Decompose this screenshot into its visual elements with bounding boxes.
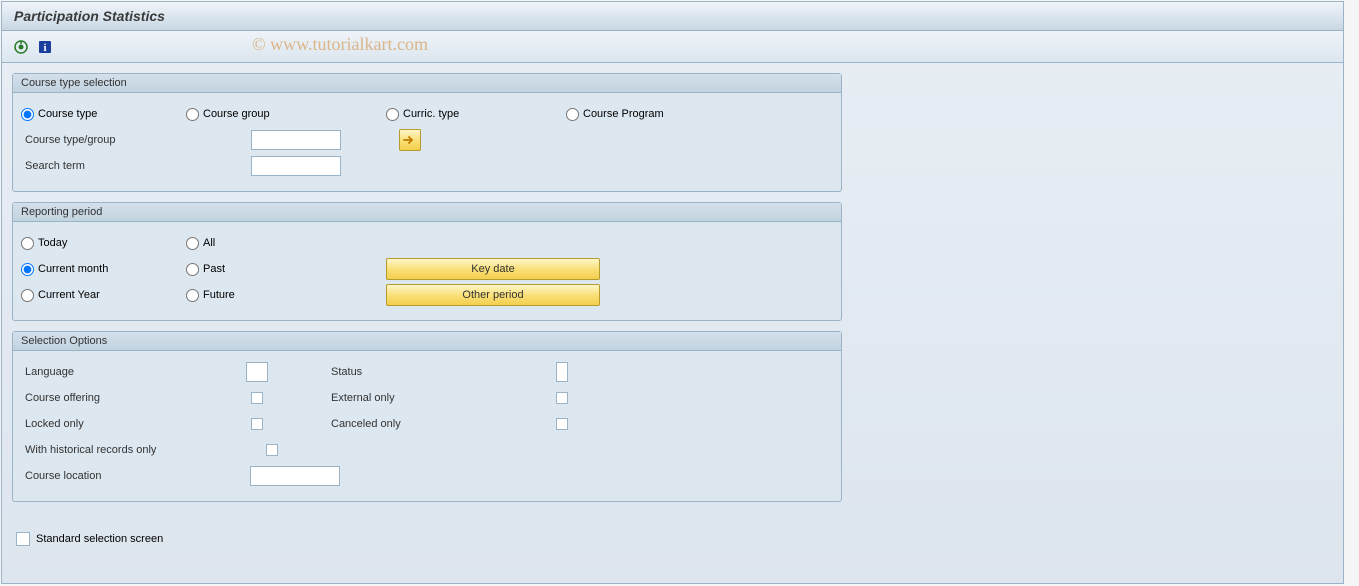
radio-label: Current month [38, 263, 108, 275]
radio-label: Curric. type [403, 108, 459, 120]
check-locked-only[interactable] [251, 418, 263, 430]
radio-course-group[interactable]: Course group [186, 108, 386, 121]
radio-label: Course type [38, 108, 97, 120]
group-reporting-period: Reporting period Today All Current m [12, 202, 842, 321]
radio-label: Past [203, 263, 225, 275]
radio-label: Course group [203, 108, 270, 120]
input-language[interactable] [246, 362, 268, 382]
button-other-period[interactable]: Other period [386, 284, 600, 306]
radio-label: Today [38, 237, 67, 249]
label-with-historical: With historical records only [21, 444, 266, 456]
radio-all[interactable]: All [186, 237, 386, 250]
check-with-historical[interactable] [266, 444, 278, 456]
radio-curric-type[interactable]: Curric. type [386, 108, 566, 121]
execute-icon[interactable] [12, 38, 30, 56]
toolbar: i [2, 31, 1343, 63]
group-course-type-selection: Course type selection Course type Course… [12, 73, 842, 192]
label-locked-only: Locked only [21, 418, 246, 430]
app-window: Participation Statistics i © www.tutoria… [1, 1, 1344, 584]
input-status[interactable] [556, 362, 568, 382]
check-standard-selection[interactable] [16, 532, 30, 546]
radio-current-month[interactable]: Current month [21, 263, 186, 276]
radio-label: Current Year [38, 289, 100, 301]
group-title-course-type: Course type selection [13, 74, 841, 93]
radio-course-type[interactable]: Course type [21, 108, 186, 121]
svg-text:i: i [43, 42, 46, 54]
radio-course-program[interactable]: Course Program [566, 108, 746, 121]
label-course-offering: Course offering [21, 392, 246, 404]
label-course-type-group: Course type/group [21, 134, 241, 146]
content-area: Course type selection Course type Course… [2, 63, 1343, 556]
info-icon[interactable]: i [36, 38, 54, 56]
radio-past[interactable]: Past [186, 263, 386, 276]
label-external-only: External only [331, 392, 556, 404]
multi-select-button[interactable] [399, 129, 421, 151]
label-language: Language [21, 366, 246, 378]
label-standard-selection: Standard selection screen [36, 533, 163, 545]
standard-selection-row: Standard selection screen [12, 532, 1333, 546]
check-course-offering[interactable] [251, 392, 263, 404]
check-canceled-only[interactable] [556, 418, 568, 430]
radio-today[interactable]: Today [21, 237, 186, 250]
radio-current-year[interactable]: Current Year [21, 289, 186, 302]
check-external-only[interactable] [556, 392, 568, 404]
group-title-selection: Selection Options [13, 332, 841, 351]
group-selection-options: Selection Options Language Status Course… [12, 331, 842, 502]
group-title-reporting: Reporting period [13, 203, 841, 222]
page-title: Participation Statistics [2, 2, 1343, 31]
input-course-location[interactable] [250, 466, 340, 486]
input-course-type-group[interactable] [251, 130, 341, 150]
radio-future[interactable]: Future [186, 289, 386, 302]
button-key-date[interactable]: Key date [386, 258, 600, 280]
radio-label: Future [203, 289, 235, 301]
radio-label: Course Program [583, 108, 664, 120]
input-search-term[interactable] [251, 156, 341, 176]
label-course-location: Course location [21, 470, 250, 482]
label-canceled-only: Canceled only [331, 418, 556, 430]
label-status: Status [331, 366, 556, 378]
label-search-term: Search term [21, 160, 241, 172]
radio-label: All [203, 237, 215, 249]
